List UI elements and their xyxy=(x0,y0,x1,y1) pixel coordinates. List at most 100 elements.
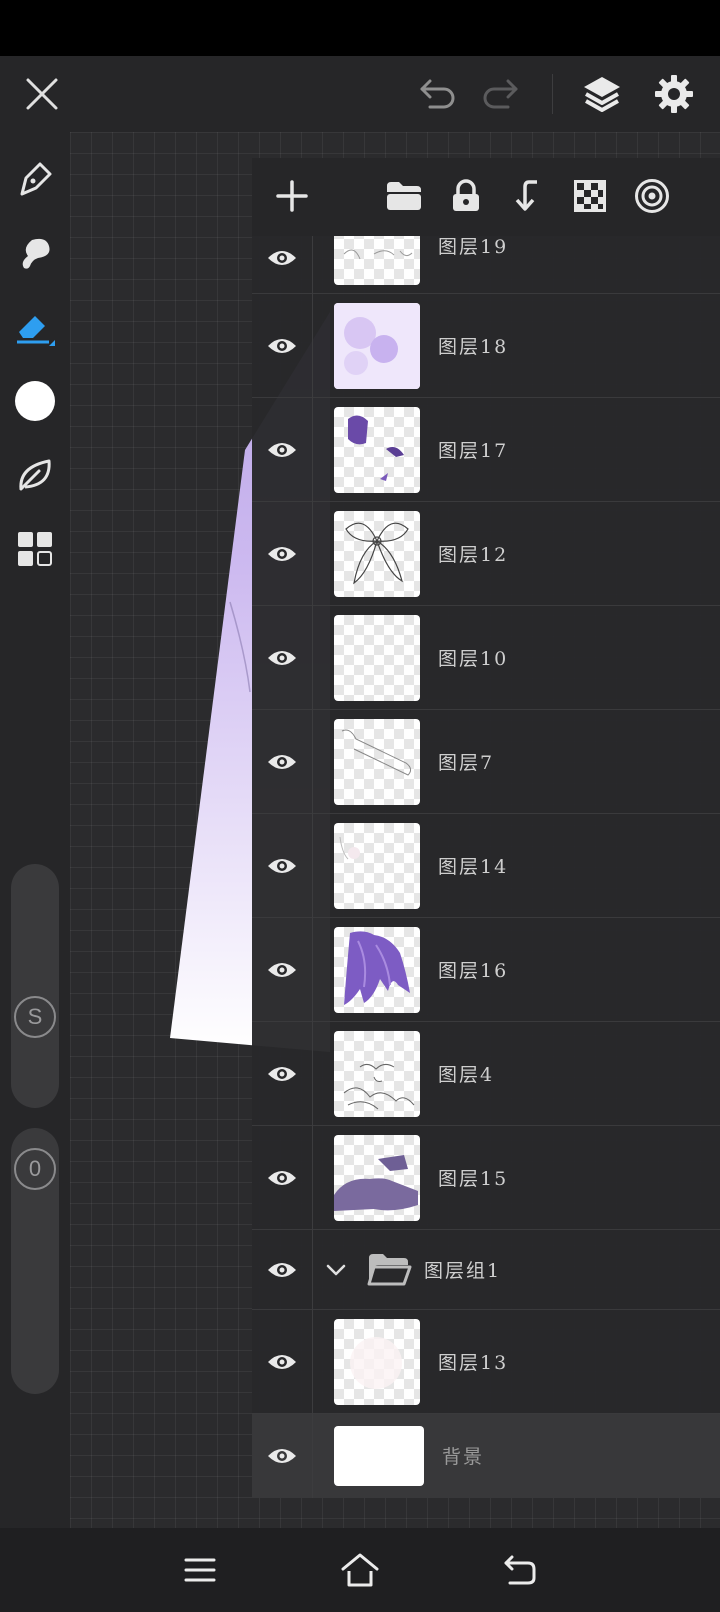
eye-icon xyxy=(268,1171,296,1185)
visibility-toggle[interactable] xyxy=(260,636,304,680)
eye-icon xyxy=(268,547,296,561)
menu-button[interactable] xyxy=(172,1542,228,1598)
lock-layer-button[interactable] xyxy=(440,170,492,222)
eye-icon xyxy=(268,963,296,977)
visibility-toggle[interactable] xyxy=(260,740,304,784)
eye-icon xyxy=(268,1067,296,1081)
visibility-toggle[interactable] xyxy=(260,948,304,992)
eye-icon xyxy=(268,339,296,353)
toolbar-divider xyxy=(552,74,553,114)
layer-row[interactable]: 图层18 xyxy=(252,294,720,398)
brush-tool[interactable] xyxy=(10,450,60,500)
layer-row[interactable]: 图层14 xyxy=(252,814,720,918)
visibility-toggle[interactable] xyxy=(260,1156,304,1200)
layer-name: 图层19 xyxy=(438,236,509,258)
layer-row[interactable]: 图层4 xyxy=(252,1022,720,1126)
pen-tool[interactable] xyxy=(10,154,60,204)
add-layer-icon xyxy=(276,180,308,212)
group-name: 图层组1 xyxy=(424,1260,502,1282)
smudge-icon xyxy=(22,238,50,269)
group-expand-toggle[interactable] xyxy=(324,1258,348,1282)
eye-icon xyxy=(268,443,296,457)
folder-icon xyxy=(387,182,421,210)
home-button[interactable] xyxy=(332,1542,388,1598)
opacity-slider-knob[interactable]: 0 xyxy=(14,1148,56,1190)
eye-icon xyxy=(268,755,296,769)
layer-row[interactable]: 图层12 xyxy=(252,502,720,606)
layers-panel-toolbar xyxy=(252,158,720,236)
eraser-tool[interactable] xyxy=(10,302,60,352)
merge-down-button[interactable] xyxy=(502,170,554,222)
top-toolbar xyxy=(0,56,720,132)
merge-down-icon xyxy=(515,180,537,211)
more-tools-button[interactable] xyxy=(10,524,60,574)
layers-button[interactable] xyxy=(574,66,630,122)
lock-icon xyxy=(453,179,479,211)
system-nav-bar xyxy=(0,1528,720,1612)
leaf-brush-icon xyxy=(19,459,51,491)
visibility-toggle[interactable] xyxy=(260,532,304,576)
eye-column-divider xyxy=(312,236,313,1498)
grid-menu-icon xyxy=(18,532,52,566)
layer-row[interactable]: 图层13 xyxy=(252,1310,720,1414)
layer-thumbnail xyxy=(334,719,420,805)
folder-open-icon xyxy=(367,1254,412,1286)
layer-thumbnail xyxy=(334,303,420,389)
layer-name: 图层12 xyxy=(438,544,509,566)
alpha-lock-button[interactable] xyxy=(564,170,616,222)
eye-icon xyxy=(268,251,296,265)
visibility-toggle[interactable] xyxy=(260,844,304,888)
layer-thumbnail xyxy=(334,1031,420,1117)
reference-layer-button[interactable] xyxy=(626,170,678,222)
eye-icon xyxy=(268,1449,296,1463)
visibility-toggle[interactable] xyxy=(260,1248,304,1292)
eye-icon xyxy=(268,1355,296,1369)
chevron-down-icon xyxy=(326,1264,346,1276)
close-button[interactable] xyxy=(14,66,70,122)
status-bar xyxy=(0,0,720,56)
layers-icon xyxy=(584,77,620,112)
layer-row[interactable]: 图层7 xyxy=(252,710,720,814)
new-group-button[interactable] xyxy=(378,170,430,222)
visibility-toggle[interactable] xyxy=(260,324,304,368)
eye-icon xyxy=(268,859,296,873)
layer-name: 图层17 xyxy=(438,440,509,462)
redo-button[interactable] xyxy=(472,66,528,122)
layer-list: 图层19 图层18 图层17 图层12 图层10 图层7 图层14 图层16 图… xyxy=(252,158,720,1498)
layer-thumbnail xyxy=(334,511,420,597)
settings-gear-icon xyxy=(655,75,693,113)
visibility-toggle[interactable] xyxy=(260,428,304,472)
visibility-toggle[interactable] xyxy=(260,1340,304,1384)
layer-thumbnail xyxy=(334,823,420,909)
add-layer-button[interactable] xyxy=(266,170,318,222)
undo-button[interactable] xyxy=(410,66,466,122)
color-picker[interactable] xyxy=(10,376,60,426)
layer-thumbnail xyxy=(334,407,420,493)
size-slider[interactable] xyxy=(11,864,59,1108)
size-slider-knob[interactable]: S xyxy=(14,996,56,1038)
layer-row[interactable]: 图层15 xyxy=(252,1126,720,1230)
settings-button[interactable] xyxy=(646,66,702,122)
tool-sidebar: S 0 xyxy=(0,132,70,1528)
layer-thumbnail xyxy=(334,927,420,1013)
layer-name: 图层15 xyxy=(438,1168,509,1190)
visibility-toggle[interactable] xyxy=(260,1434,304,1478)
background-layer-row[interactable]: 背景 xyxy=(252,1414,720,1498)
back-icon xyxy=(504,1555,536,1585)
layer-row[interactable]: 图层16 xyxy=(252,918,720,1022)
smudge-tool[interactable] xyxy=(10,228,60,278)
back-button[interactable] xyxy=(492,1542,548,1598)
group-folder xyxy=(366,1250,412,1288)
layer-group-row[interactable]: 图层组1 xyxy=(252,1230,720,1310)
visibility-toggle[interactable] xyxy=(260,1052,304,1096)
layer-thumbnail xyxy=(334,615,420,701)
layer-name: 图层10 xyxy=(438,648,509,670)
visibility-toggle[interactable] xyxy=(260,236,304,280)
layer-name: 图层18 xyxy=(438,336,509,358)
layer-row[interactable]: 图层17 xyxy=(252,398,720,502)
layer-row[interactable]: 图层10 xyxy=(252,606,720,710)
layer-name: 图层13 xyxy=(438,1352,509,1374)
layer-name: 背景 xyxy=(442,1446,485,1468)
eraser-icon xyxy=(17,316,55,346)
pen-icon xyxy=(20,162,52,196)
